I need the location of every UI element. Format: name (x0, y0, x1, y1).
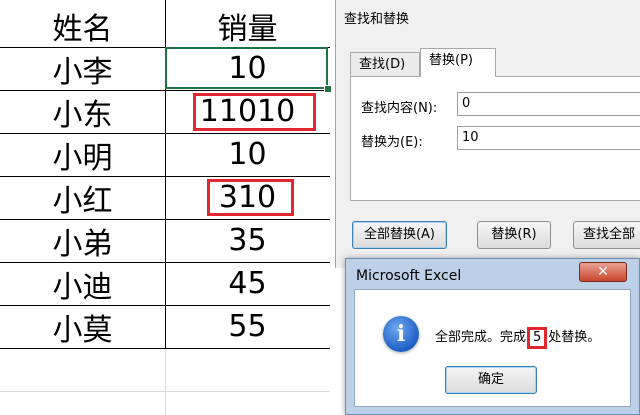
replace-label: 替换为(E): (361, 135, 423, 150)
message-box-title: Microsoft Excel (356, 268, 462, 284)
replace-all-button[interactable]: 全部替换(A) (352, 221, 447, 249)
name-cell[interactable]: 小莫 (0, 305, 165, 348)
info-icon: i (383, 316, 419, 352)
highlight-box (207, 179, 294, 216)
replace-panel: 查找内容(N): 0 替换为(E): 10 (350, 76, 640, 201)
name-cell[interactable]: 小李 (0, 47, 165, 90)
message-text-before: 全部完成。完成 (435, 330, 527, 345)
value-cell[interactable]: 55 (165, 305, 330, 348)
message-body: i 全部完成。完成 5 处替换。 确定 (354, 289, 631, 407)
tab-replace[interactable]: 替换(P) (420, 48, 496, 77)
replace-input[interactable]: 10 (457, 126, 640, 150)
find-replace-dialog: 查找和替换 查找(D) 替换(P) 查找内容(N): 0 替换为(E): 10 … (335, 0, 640, 268)
value-cell[interactable]: 35 (165, 219, 330, 262)
ok-button[interactable]: 确定 (445, 366, 537, 394)
value-cell[interactable]: 45 (165, 262, 330, 305)
find-label: 查找内容(N): (361, 101, 438, 116)
message-text: 全部完成。完成 5 处替换。 (435, 326, 600, 349)
close-icon[interactable]: ✕ (579, 262, 627, 282)
message-box: Microsoft Excel ✕ i 全部完成。完成 5 处替换。 确定 (345, 258, 640, 415)
name-cell[interactable]: 小红 (0, 176, 165, 219)
cell-selection (165, 47, 328, 89)
name-cell[interactable]: 小弟 (0, 219, 165, 262)
fill-handle[interactable] (324, 85, 332, 93)
name-cell[interactable]: 小明 (0, 133, 165, 176)
message-text-after: 处替换。 (548, 330, 601, 345)
replacement-count: 5 (527, 327, 548, 349)
grid-line (165, 349, 166, 415)
replace-button[interactable]: 替换(R) (477, 221, 551, 249)
value-cell[interactable]: 10 (165, 133, 330, 176)
find-all-button[interactable]: 查找全部 (573, 221, 640, 249)
dialog-title: 查找和替换 (344, 12, 410, 27)
name-cell[interactable]: 小东 (0, 90, 165, 133)
name-cell[interactable]: 小迪 (0, 262, 165, 305)
header-value-cell[interactable]: 销量 (165, 4, 330, 47)
spreadsheet-grid[interactable]: 姓名 销量 小李 10 小东 11010 小明 10 小红 310 小弟 35 … (0, 0, 332, 415)
highlight-box (193, 93, 316, 131)
header-name-cell[interactable]: 姓名 (0, 4, 165, 47)
tab-find[interactable]: 查找(D) (350, 52, 420, 76)
find-input[interactable]: 0 (457, 92, 640, 116)
